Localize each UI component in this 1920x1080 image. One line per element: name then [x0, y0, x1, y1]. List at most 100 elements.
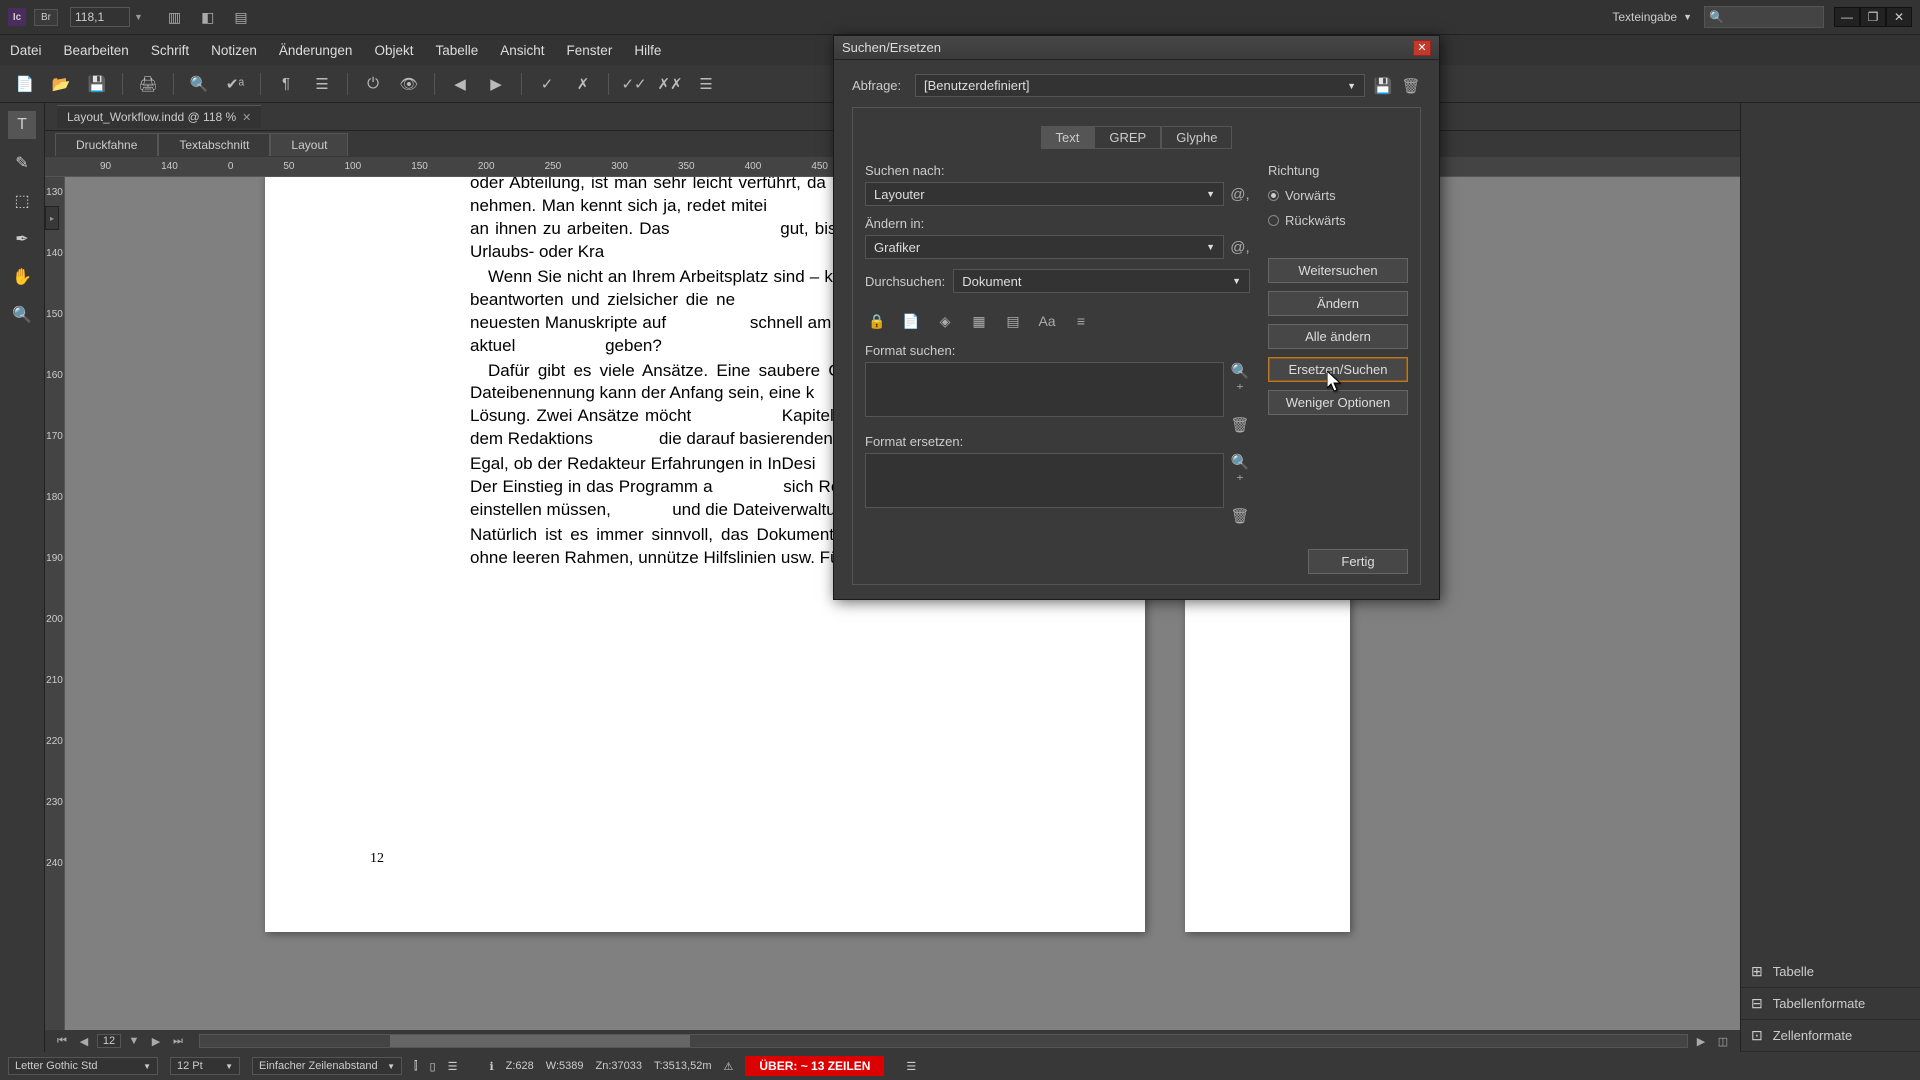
tab-text[interactable]: Text — [1041, 126, 1095, 149]
tab-textabschnitt[interactable]: Textabschnitt — [158, 133, 270, 156]
text-frame-icon[interactable]: ▯ — [430, 1060, 436, 1073]
save-icon[interactable]: 💾 — [86, 73, 108, 95]
locked-layers-icon[interactable]: 🔒 — [865, 309, 889, 333]
accept-all-icon[interactable]: ✓✓ — [623, 73, 645, 95]
view-grid-icon[interactable]: ▥ — [168, 9, 181, 26]
leading-select[interactable]: Einfacher Zeilenabstand▼ — [252, 1057, 402, 1075]
menu-schrift[interactable]: Schrift — [151, 43, 189, 58]
tab-druckfahne[interactable]: Druckfahne — [55, 133, 158, 156]
specify-format-icon[interactable]: 🔍⁺ — [1230, 362, 1250, 398]
dialog-titlebar[interactable]: Suchen/Ersetzen ✕ — [834, 36, 1439, 60]
panel-zellenformate[interactable]: ⊡Zellenformate — [1741, 1020, 1920, 1052]
menu-bearbeiten[interactable]: Bearbeiten — [64, 43, 129, 58]
zoom-input[interactable] — [70, 7, 130, 27]
view-split-icon[interactable]: ◧ — [201, 9, 214, 26]
columns-icon[interactable]: ⫿ — [414, 1060, 418, 1073]
close-button[interactable]: ✕ — [1886, 7, 1912, 27]
paragraph-icon[interactable]: ¶ — [275, 73, 297, 95]
new-icon[interactable]: 📄 — [14, 73, 36, 95]
eye-icon[interactable]: 👁 — [398, 73, 420, 95]
save-query-icon[interactable]: 💾 — [1373, 77, 1393, 95]
page-dropdown-icon[interactable]: ▼ — [125, 1035, 143, 1047]
special-chars-icon[interactable]: @, — [1230, 186, 1250, 203]
menu2-icon[interactable]: ☰ — [695, 73, 717, 95]
clear-format-icon[interactable]: 🗑 — [1230, 507, 1250, 525]
power-icon[interactable]: ⏻ — [362, 73, 384, 95]
split-view-icon[interactable]: ◫ — [1714, 1035, 1732, 1048]
font-family-select[interactable]: Letter Gothic Std▼ — [8, 1057, 158, 1075]
done-button[interactable]: Fertig — [1308, 549, 1408, 574]
tab-grep[interactable]: GREP — [1094, 126, 1161, 149]
print-icon[interactable]: 🖨 — [137, 73, 159, 95]
note-tool-icon[interactable]: ✎ — [8, 149, 36, 177]
reject-icon[interactable]: ✗ — [572, 73, 594, 95]
hidden-layers-icon[interactable]: ◈ — [933, 309, 957, 333]
menu-notizen[interactable]: Notizen — [211, 43, 257, 58]
next-page-icon[interactable]: ▶ — [147, 1035, 165, 1048]
tab-glyphe[interactable]: Glyphe — [1161, 126, 1232, 149]
whole-word-icon[interactable]: ≡ — [1069, 309, 1093, 333]
menu-aenderungen[interactable]: Änderungen — [279, 43, 353, 58]
last-page-icon[interactable]: ⏭ — [169, 1035, 187, 1048]
chevron-down-icon[interactable]: ▼ — [134, 12, 143, 22]
tab-layout[interactable]: Layout — [270, 133, 348, 156]
menu-icon[interactable]: ☰ — [311, 73, 333, 95]
zoom-control[interactable]: ▼ — [70, 7, 143, 27]
prev-page-icon[interactable]: ◀ — [75, 1035, 93, 1048]
find-input[interactable]: Layouter▼ — [865, 182, 1224, 206]
scope-select[interactable]: Dokument▼ — [953, 269, 1250, 293]
accept-icon[interactable]: ✓ — [536, 73, 558, 95]
specify-format-icon[interactable]: 🔍⁺ — [1230, 453, 1250, 489]
menu-datei[interactable]: Datei — [10, 43, 42, 58]
footnotes-icon[interactable]: ▤ — [1001, 309, 1025, 333]
hand-tool-icon[interactable]: ✋ — [8, 263, 36, 291]
type-tool-icon[interactable]: T — [8, 111, 36, 139]
maximize-button[interactable]: ❐ — [1860, 7, 1886, 27]
direction-backward-radio[interactable]: Rückwärts — [1268, 213, 1408, 228]
menu-hilfe[interactable]: Hilfe — [634, 43, 661, 58]
query-select[interactable]: [Benutzerdefiniert]▼ — [915, 74, 1365, 97]
scroll-right-icon[interactable]: ▶ — [1692, 1035, 1710, 1048]
change-find-button[interactable]: Ersetzen/Suchen — [1268, 357, 1408, 382]
menu-objekt[interactable]: Objekt — [374, 43, 413, 58]
fewer-options-button[interactable]: Weniger Optionen — [1268, 390, 1408, 415]
first-page-icon[interactable]: ⏮ — [53, 1035, 71, 1048]
minimize-button[interactable]: — — [1834, 7, 1860, 27]
next-icon[interactable]: ▶ — [485, 73, 507, 95]
page-number-input[interactable]: 12 — [97, 1034, 121, 1048]
direction-forward-radio[interactable]: Vorwärts — [1268, 188, 1408, 203]
clear-format-icon[interactable]: 🗑 — [1230, 416, 1250, 434]
close-tab-icon[interactable]: ✕ — [242, 111, 251, 124]
font-size-select[interactable]: 12 Pt▼ — [170, 1057, 240, 1075]
help-search[interactable]: 🔍 — [1704, 6, 1824, 28]
chevron-down-icon[interactable]: ▼ — [1683, 12, 1692, 22]
menu-fenster[interactable]: Fenster — [567, 43, 613, 58]
change-all-button[interactable]: Alle ändern — [1268, 324, 1408, 349]
delete-query-icon[interactable]: 🗑 — [1401, 77, 1421, 95]
scrollbar-thumb[interactable] — [390, 1035, 690, 1047]
format-change-box[interactable] — [865, 453, 1224, 508]
eyedropper-tool-icon[interactable]: ✒ — [8, 225, 36, 253]
menu-icon[interactable]: ☰ — [448, 1060, 458, 1073]
open-icon[interactable]: 📂 — [50, 73, 72, 95]
panel-tabellenformate[interactable]: ⊟Tabellenformate — [1741, 988, 1920, 1020]
horizontal-scrollbar[interactable] — [199, 1034, 1688, 1048]
change-button[interactable]: Ändern — [1268, 291, 1408, 316]
spellcheck-icon[interactable]: ✔ᵃ — [224, 73, 246, 95]
zoom-tool-icon[interactable]: 🔍 — [8, 301, 36, 329]
change-input[interactable]: Grafiker▼ — [865, 235, 1224, 259]
workspace-switcher[interactable]: Texteingabe ▼ — [1612, 10, 1692, 24]
master-pages-icon[interactable]: ▦ — [967, 309, 991, 333]
panel-tabelle[interactable]: ⊞Tabelle — [1741, 956, 1920, 988]
menu-tabelle[interactable]: Tabelle — [435, 43, 478, 58]
special-chars-icon[interactable]: @, — [1230, 239, 1250, 256]
format-find-box[interactable] — [865, 362, 1224, 417]
document-tab[interactable]: Layout_Workflow.indd @ 118 % ✕ — [57, 105, 261, 128]
reject-all-icon[interactable]: ✗✗ — [659, 73, 681, 95]
dialog-close-button[interactable]: ✕ — [1413, 40, 1431, 56]
view-columns-icon[interactable]: ▤ — [234, 9, 247, 26]
locked-stories-icon[interactable]: 📄 — [899, 309, 923, 333]
find-next-button[interactable]: Weitersuchen — [1268, 258, 1408, 283]
collapsed-panel-strip[interactable]: ▸ — [45, 206, 59, 230]
menu-icon[interactable]: ☰ — [906, 1060, 916, 1073]
